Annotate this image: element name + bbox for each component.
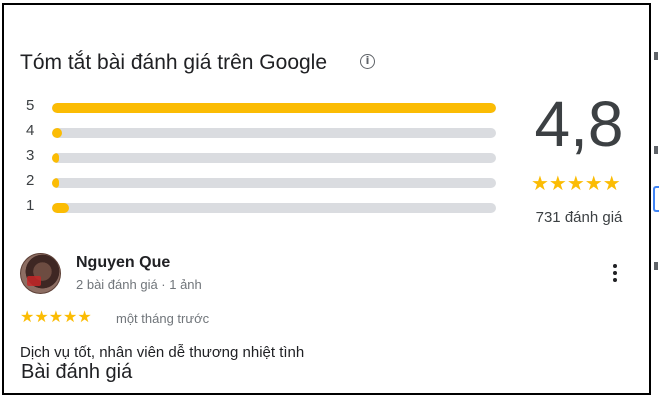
- review-time: một tháng trước: [116, 311, 210, 326]
- rating-bar-track: [52, 178, 496, 188]
- rating-bar-track: [52, 203, 496, 213]
- edge-mark: [654, 52, 658, 60]
- section-heading: Bài đánh giá: [21, 361, 133, 383]
- rating-row-4[interactable]: 4: [26, 122, 496, 147]
- average-score: 4,8: [534, 88, 624, 160]
- rating-row-1[interactable]: 1: [26, 197, 496, 222]
- info-icon[interactable]: [360, 54, 375, 69]
- rating-label: 1: [26, 197, 35, 214]
- rating-bar-track: [52, 153, 496, 163]
- rating-bar-fill: [52, 103, 496, 113]
- rating-label: 3: [26, 147, 35, 164]
- rating-bar-fill: [52, 128, 62, 138]
- rating-bar-fill: [52, 178, 59, 188]
- reviewer-meta: 2 bài đánh giá · 1 ảnh: [76, 277, 202, 292]
- edge-accent: [653, 186, 659, 212]
- rating-label: 5: [26, 97, 35, 114]
- rating-bar-track: [52, 128, 496, 138]
- edge-mark: [654, 146, 658, 154]
- rating-row-5[interactable]: 5: [26, 97, 496, 122]
- review-count-link[interactable]: 731 đánh giá: [524, 209, 634, 226]
- reviewer-name[interactable]: Nguyen Que: [76, 254, 170, 272]
- rating-bar-track: [52, 103, 496, 113]
- rating-bar-fill: [52, 203, 69, 213]
- review-stars: ★★★★★: [20, 307, 92, 326]
- more-vert-icon[interactable]: [611, 264, 619, 286]
- avatar[interactable]: [20, 253, 61, 294]
- edge-mark: [654, 262, 658, 270]
- summary-title: Tóm tắt bài đánh giá trên Google: [20, 51, 328, 74]
- rating-row-3[interactable]: 3: [26, 147, 496, 172]
- rating-row-2[interactable]: 2: [26, 172, 496, 197]
- rating-bar-fill: [52, 153, 59, 163]
- rating-label: 4: [26, 122, 35, 139]
- rating-label: 2: [26, 172, 35, 189]
- average-stars: ★★★★★: [531, 171, 621, 195]
- review-text: Dịch vụ tốt, nhân viên dễ thương nhiệt t…: [20, 344, 305, 360]
- review-summary-card: Tóm tắt bài đánh giá trên Google 5 4 3 2: [2, 3, 651, 395]
